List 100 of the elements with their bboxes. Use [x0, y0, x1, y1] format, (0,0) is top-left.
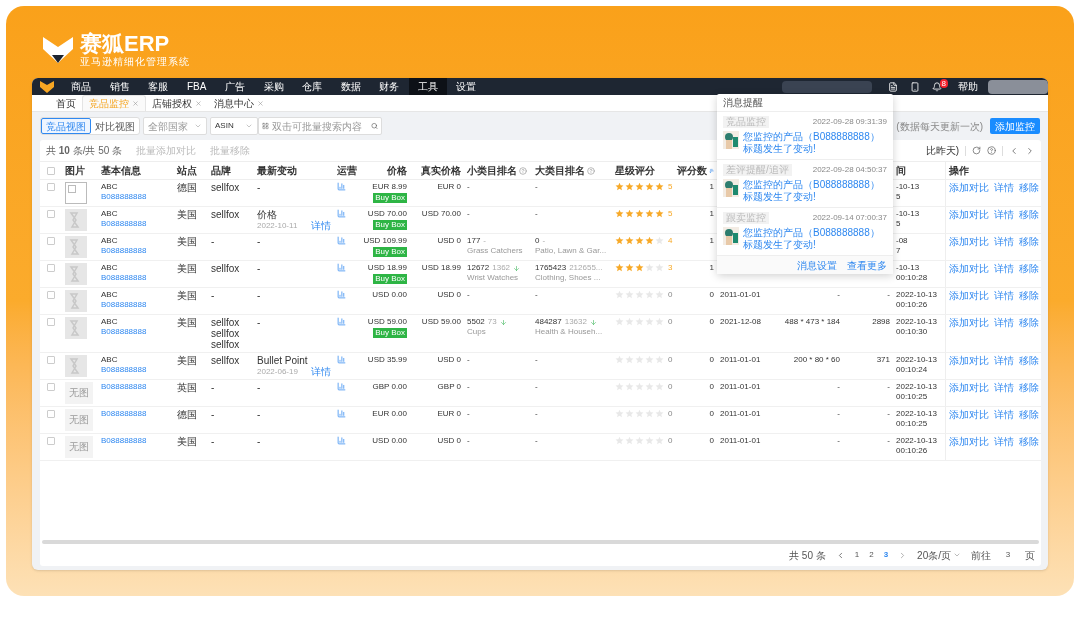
- row-action-link[interactable]: 移除: [1019, 382, 1039, 393]
- document-icon[interactable]: [888, 81, 898, 92]
- help-icon[interactable]: [987, 146, 996, 155]
- row-action-link[interactable]: 添加对比: [949, 290, 989, 301]
- select-all-checkbox[interactable]: [47, 166, 55, 175]
- asin-link[interactable]: B088888888: [101, 192, 171, 202]
- bar-chart-icon[interactable]: [337, 263, 346, 272]
- asin-link[interactable]: B088888888: [101, 409, 171, 419]
- row-action-link[interactable]: 添加对比: [949, 263, 989, 274]
- nav-tab[interactable]: 商品: [62, 78, 101, 95]
- row-action-link[interactable]: 详情: [994, 209, 1014, 220]
- bar-chart-icon[interactable]: [337, 182, 346, 191]
- nav-tab[interactable]: 采购: [254, 78, 293, 95]
- row-action-link[interactable]: 详情: [994, 317, 1014, 328]
- row-action-link[interactable]: 移除: [1019, 263, 1039, 274]
- bar-chart-icon[interactable]: [337, 236, 346, 245]
- row-checkbox[interactable]: [47, 291, 55, 299]
- row-action-link[interactable]: 详情: [994, 409, 1014, 420]
- row-action-link[interactable]: 详情: [994, 355, 1014, 366]
- row-checkbox[interactable]: [47, 264, 55, 272]
- row-checkbox[interactable]: [47, 183, 55, 191]
- details-link[interactable]: 详情: [311, 367, 331, 377]
- asin-link[interactable]: B088888888: [101, 273, 171, 283]
- help-link[interactable]: 帮助: [958, 79, 978, 94]
- page-tab[interactable]: 首页: [50, 95, 82, 111]
- row-action-link[interactable]: 移除: [1019, 209, 1039, 220]
- page-input[interactable]: 3: [1001, 549, 1015, 561]
- nav-tab[interactable]: 广告: [216, 78, 255, 95]
- row-action-link[interactable]: 移除: [1019, 436, 1039, 447]
- message-text[interactable]: 您监控的产品（B088888888）标题发生了变动!: [743, 227, 887, 251]
- bar-chart-icon[interactable]: [337, 382, 346, 391]
- search-icon[interactable]: [371, 122, 378, 130]
- message-text[interactable]: 您监控的产品（B088888888）标题发生了变动!: [743, 131, 887, 155]
- bar-chart-icon[interactable]: [337, 290, 346, 299]
- asin-link[interactable]: B088888888: [101, 436, 171, 446]
- row-checkbox[interactable]: [47, 437, 55, 445]
- phone-icon[interactable]: [910, 81, 920, 92]
- field-select[interactable]: ASIN: [210, 117, 258, 135]
- row-action-link[interactable]: 详情: [994, 382, 1014, 393]
- row-checkbox[interactable]: [47, 383, 55, 391]
- asin-link[interactable]: B088888888: [101, 219, 171, 229]
- nav-tab[interactable]: 数据: [331, 78, 370, 95]
- asin-link[interactable]: B088888888: [101, 382, 171, 392]
- page-tab[interactable]: 竞品监控: [82, 95, 146, 111]
- page-tab[interactable]: 消息中心: [208, 95, 270, 111]
- page-number[interactable]: 1: [854, 549, 860, 561]
- page-tab[interactable]: 店铺授权: [146, 95, 208, 111]
- nav-tab[interactable]: FBA: [177, 78, 216, 95]
- message-text[interactable]: 您监控的产品（B088888888）标题发生了变动!: [743, 179, 887, 203]
- row-action-link[interactable]: 添加对比: [949, 382, 989, 393]
- row-checkbox[interactable]: [47, 210, 55, 218]
- nav-tab[interactable]: 工具: [408, 78, 447, 95]
- bar-chart-icon[interactable]: [337, 409, 346, 418]
- add-monitor-button[interactable]: 添加监控: [990, 118, 1040, 134]
- row-action-link[interactable]: 移除: [1019, 409, 1039, 420]
- row-action-link[interactable]: 移除: [1019, 355, 1039, 366]
- search-field[interactable]: 双击可批量搜索内容: [258, 117, 382, 135]
- close-icon[interactable]: [195, 99, 202, 107]
- row-action-link[interactable]: 添加对比: [949, 436, 989, 447]
- row-action-link[interactable]: 添加对比: [949, 182, 989, 193]
- refresh-icon[interactable]: [972, 146, 981, 155]
- row-action-link[interactable]: 添加对比: [949, 409, 989, 420]
- horizontal-scrollbar[interactable]: [42, 540, 1039, 544]
- chevron-right-icon[interactable]: [1025, 145, 1035, 156]
- row-action-link[interactable]: 详情: [994, 290, 1014, 301]
- row-action-link[interactable]: 移除: [1019, 236, 1039, 247]
- row-action-link[interactable]: 详情: [994, 236, 1014, 247]
- view-option[interactable]: 对比视图: [91, 118, 139, 134]
- notification-bell-icon[interactable]: [932, 81, 942, 92]
- nav-tab[interactable]: 客服: [139, 78, 178, 95]
- row-checkbox[interactable]: [47, 237, 55, 245]
- popup-action-link[interactable]: 查看更多: [847, 257, 887, 273]
- nav-tab[interactable]: 仓库: [293, 78, 332, 95]
- bar-chart-icon[interactable]: [337, 436, 346, 445]
- popup-action-link[interactable]: 消息设置: [797, 257, 837, 273]
- nav-tab[interactable]: 销售: [100, 78, 139, 95]
- close-icon[interactable]: [257, 99, 264, 107]
- row-action-link[interactable]: 添加对比: [949, 209, 989, 220]
- row-checkbox[interactable]: [47, 410, 55, 418]
- row-checkbox[interactable]: [47, 356, 55, 364]
- nav-tab[interactable]: 设置: [447, 78, 486, 95]
- asin-link[interactable]: B088888888: [101, 327, 171, 337]
- row-action-link[interactable]: 详情: [994, 182, 1014, 193]
- details-link[interactable]: 详情: [311, 221, 331, 231]
- row-checkbox[interactable]: [47, 318, 55, 326]
- page-number[interactable]: 3: [883, 549, 889, 561]
- country-select[interactable]: 全部国家: [143, 117, 207, 135]
- sort-icon[interactable]: [709, 166, 714, 175]
- view-option[interactable]: 竞品视图: [41, 118, 91, 134]
- bar-chart-icon[interactable]: [337, 209, 346, 218]
- asin-link[interactable]: B088888888: [101, 365, 171, 375]
- asin-link[interactable]: B088888888: [101, 246, 171, 256]
- page-number[interactable]: 2: [869, 549, 874, 561]
- row-action-link[interactable]: 详情: [994, 436, 1014, 447]
- bar-chart-icon[interactable]: [337, 317, 346, 326]
- bar-chart-icon[interactable]: [337, 355, 346, 364]
- row-action-link[interactable]: 移除: [1019, 317, 1039, 328]
- page-size-select[interactable]: 20条/页: [917, 547, 961, 563]
- row-action-link[interactable]: 移除: [1019, 182, 1039, 193]
- row-action-link[interactable]: 添加对比: [949, 317, 989, 328]
